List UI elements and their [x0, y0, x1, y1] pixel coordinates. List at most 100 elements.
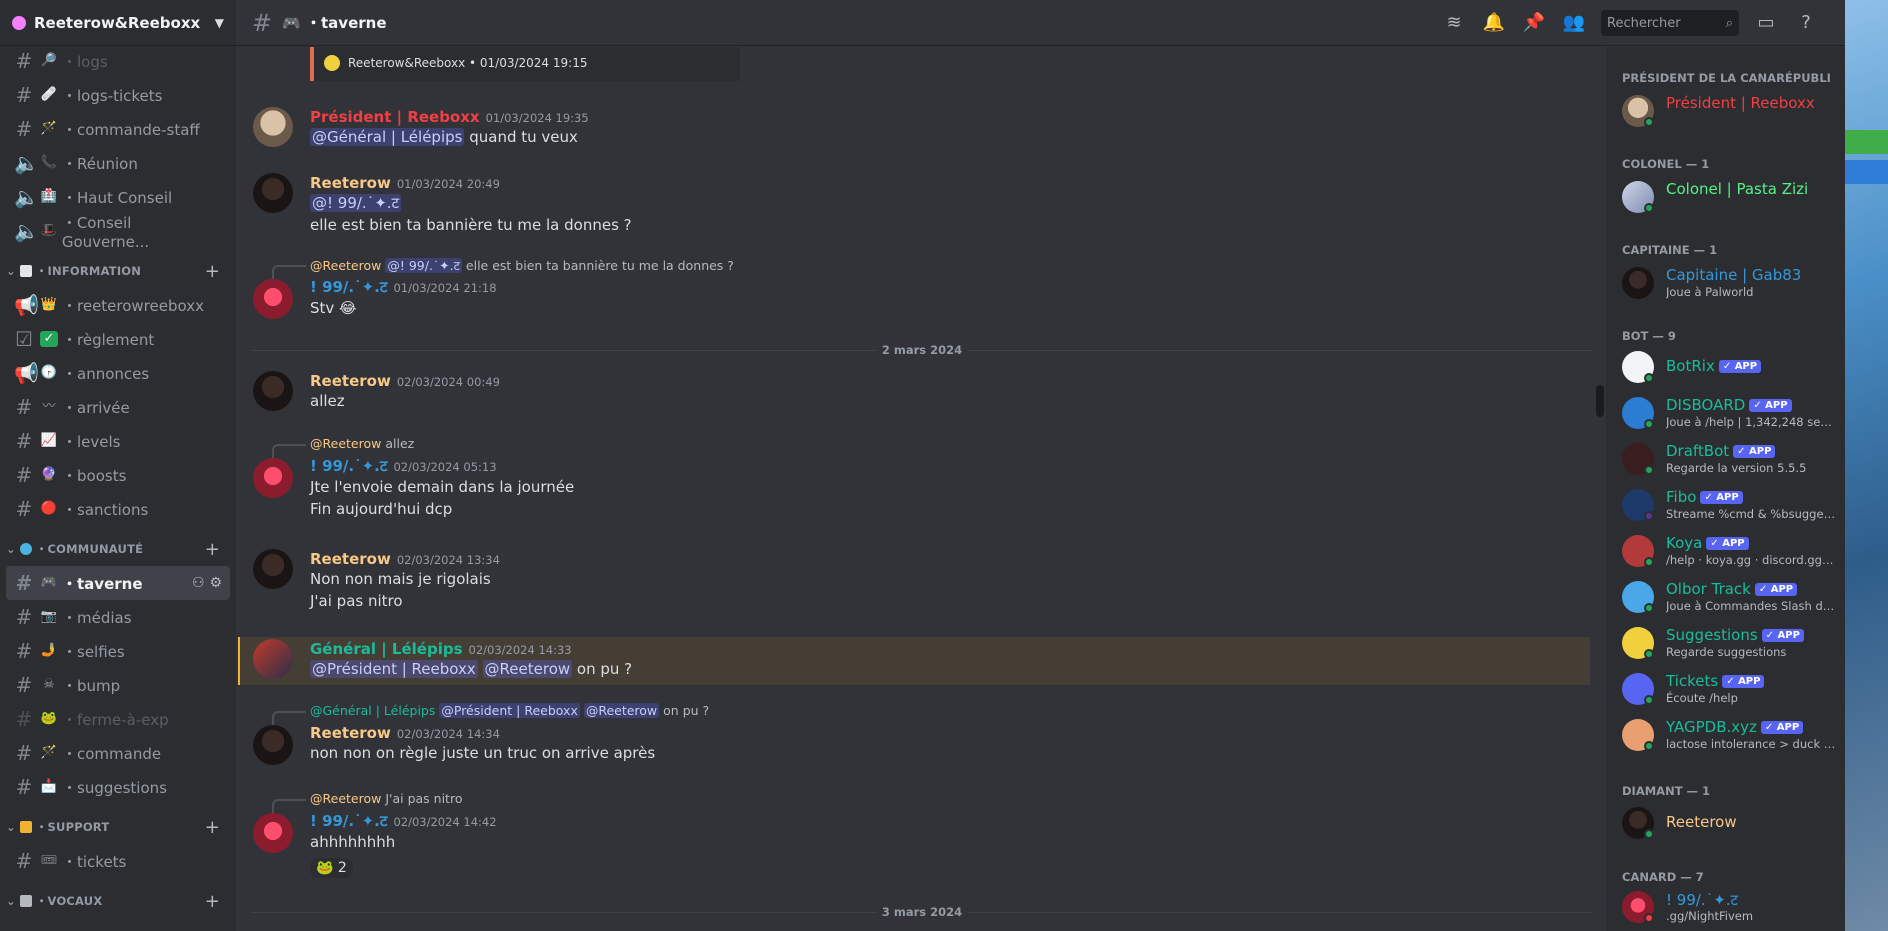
pin-icon[interactable]: 📌: [1521, 10, 1547, 36]
hash-icon: #: [15, 639, 33, 663]
mention[interactable]: @! 99/.˙✦.ट: [310, 194, 402, 212]
avatar[interactable]: [253, 549, 293, 589]
channel-sanctions[interactable]: # 🔴 ・sanctions: [6, 492, 230, 526]
reply-preview[interactable]: @Reeterow J'ai pas nitro: [310, 791, 462, 806]
channel-taverne[interactable]: # 🎮 ・taverne ⚇ ⚙: [6, 566, 230, 600]
threads-icon[interactable]: ≋: [1441, 10, 1467, 36]
channel-commande-staff[interactable]: # 🪄 ・commande-staff: [6, 112, 230, 146]
reply-text: on pu ?: [663, 703, 710, 718]
member-item[interactable]: Capitaine | Gab83 Joue à Palworld: [1622, 263, 1837, 303]
member-name: Olbor Track: [1666, 580, 1751, 598]
help-icon[interactable]: ?: [1793, 10, 1819, 36]
avatar[interactable]: [253, 458, 293, 498]
mention[interactable]: @Président | Reeboxx: [310, 660, 478, 678]
member-item[interactable]: YAGPDB.xyz ✓ APP lactose intolerance > du…: [1622, 715, 1837, 755]
mention[interactable]: @Général | Lélépips: [310, 128, 465, 146]
avatar[interactable]: [253, 639, 293, 679]
avatar[interactable]: [253, 813, 293, 853]
members-icon[interactable]: 👥: [1561, 10, 1587, 36]
category-communaute[interactable]: ⌄ ・COMMUNAUTÉ +: [0, 532, 236, 566]
avatar[interactable]: [253, 279, 293, 319]
channel-ferme-a-exp[interactable]: # 🐸 ・ferme-à-exp: [6, 702, 230, 736]
channel-medias[interactable]: # 📷 ・médias: [6, 600, 230, 634]
status-online-icon: [1644, 557, 1654, 567]
embed-text: Reeterow&Reeboxx • 01/03/2024 19:15: [348, 56, 588, 70]
avatar[interactable]: [253, 107, 293, 147]
channel-haut-conseil[interactable]: 🔈 🏥 ・Haut Conseil: [6, 180, 230, 214]
channel-conseil-gouvernement[interactable]: 🔈 🎩 ・Conseil Gouverne...: [6, 214, 230, 251]
inbox-icon[interactable]: ▭: [1753, 10, 1779, 36]
channel-suggestions[interactable]: # 📩 ・suggestions: [6, 770, 230, 804]
bell-icon[interactable]: 🔔: [1481, 10, 1507, 36]
member-item[interactable]: Fibo✓ APP Streame %cmd & %bsuggest | ...: [1622, 485, 1837, 525]
channel-logs-tickets[interactable]: # 🩹 ・logs-tickets: [6, 78, 230, 112]
member-item[interactable]: BotRix ✓ APP: [1622, 347, 1837, 387]
category-vocaux[interactable]: ⌄ ・VOCAUX +: [0, 884, 236, 918]
reply-preview[interactable]: @Reeterow @! 99/.˙✦.ट elle est bien ta ba…: [310, 257, 734, 274]
member-activity: .gg/NightFivem: [1666, 909, 1754, 923]
member-name: Koya: [1666, 534, 1703, 552]
timestamp: 02/03/2024 13:34: [396, 553, 500, 567]
search-input[interactable]: Rechercher ⌕: [1601, 10, 1739, 36]
avatar[interactable]: [253, 725, 293, 765]
channel-reunion[interactable]: 🔈 📞 ・Réunion: [6, 146, 230, 180]
chevron-down-icon[interactable]: ▼: [215, 16, 224, 30]
avatar[interactable]: [253, 173, 293, 213]
hash-icon: #: [252, 8, 273, 37]
author-name[interactable]: ! 99/.˙✦.ट: [310, 812, 387, 830]
channel-logs[interactable]: # 🔎 ・logs: [6, 44, 230, 78]
mention[interactable]: @Reeterow: [482, 660, 573, 678]
reaction[interactable]: 🐸 2: [310, 858, 353, 878]
channel-selfies[interactable]: # 🤳 ・selfies: [6, 634, 230, 668]
channel-tickets[interactable]: # 🎟 ・tickets: [6, 844, 230, 878]
author-name[interactable]: Reeterow: [310, 724, 391, 742]
add-channel-icon[interactable]: +: [205, 891, 220, 912]
author-name[interactable]: Général | Lélépips: [310, 640, 463, 658]
channel-label: ・taverne: [62, 574, 143, 593]
mention: @Reeterow: [583, 703, 660, 718]
author-name[interactable]: Reeterow: [310, 550, 391, 568]
member-item[interactable]: DISBOARD ✓ APP Joue à /help | 1,342,248 s…: [1622, 393, 1837, 433]
channel-annonces[interactable]: 📢 🕞 ・annonces: [6, 356, 230, 390]
member-item[interactable]: ! 99/.˙✦.ट .gg/NightFivem: [1622, 887, 1837, 927]
status-online-icon: [1644, 465, 1654, 475]
channel-reglement[interactable]: ☑ ✓ ・règlement: [6, 322, 230, 356]
invite-settings-icons[interactable]: ⚇ ⚙: [192, 575, 222, 591]
avatar[interactable]: [253, 371, 293, 411]
add-channel-icon[interactable]: +: [205, 817, 220, 838]
author-name[interactable]: ! 99/.˙✦.ट: [310, 457, 387, 475]
member-item[interactable]: Olbor Track ✓ APP Joue à Commandes Slash …: [1622, 577, 1837, 617]
author-name[interactable]: ! 99/.˙✦.ट: [310, 278, 387, 296]
scrollbar-thumb[interactable]: [1596, 385, 1604, 417]
category-support[interactable]: ⌄ ・SUPPORT +: [0, 810, 236, 844]
channel-levels[interactable]: # 📈 ・levels: [6, 424, 230, 458]
reply-preview[interactable]: @Général | Lélépips @Président | Reeboxx …: [310, 703, 709, 718]
app-badge: ✓ APP: [1733, 445, 1776, 458]
author-name[interactable]: Reeterow: [310, 372, 391, 390]
member-name: DISBOARD: [1666, 396, 1746, 414]
member-item[interactable]: Reeterow: [1622, 803, 1837, 843]
member-item[interactable]: DraftBot ✓ APP Regarde la version 5.5.5: [1622, 439, 1837, 479]
wallpaper-stripe: [1845, 130, 1888, 154]
channel-label: ・selfies: [62, 642, 125, 661]
author-name[interactable]: Reeterow: [310, 174, 391, 192]
reply-preview[interactable]: @Reeterow allez: [310, 436, 414, 451]
channel-bump[interactable]: # ☠ ・bump: [6, 668, 230, 702]
channel-commande[interactable]: # 🪄 ・commande: [6, 736, 230, 770]
author-name[interactable]: Président | Reeboxx: [310, 108, 480, 126]
member-item[interactable]: Koya ✓ APP /help · koya.gg · discord.gg/k…: [1622, 531, 1837, 571]
channel-boosts[interactable]: # 🔮 ・boosts: [6, 458, 230, 492]
app-badge: ✓ APP: [1749, 399, 1792, 412]
chevron-down-icon: ⌄: [6, 820, 16, 834]
member-item[interactable]: Colonel | Pasta Zizi: [1622, 177, 1837, 217]
member-item[interactable]: Tickets ✓ APP Écoute /help: [1622, 669, 1837, 709]
channel-reeterowreeboxx[interactable]: 📢 👑 ・reeterowreeboxx: [6, 288, 230, 322]
channel-arrivee[interactable]: # 〰・arrivée: [6, 390, 230, 424]
magnifier-emoji-icon: 🔎: [40, 53, 58, 68]
member-item[interactable]: Suggestions ✓ APP Regarde suggestions: [1622, 623, 1837, 663]
category-information[interactable]: ⌄ ・INFORMATION +: [0, 254, 236, 288]
add-channel-icon[interactable]: +: [205, 261, 220, 282]
member-item[interactable]: Président | Reeboxx: [1622, 91, 1837, 131]
add-channel-icon[interactable]: +: [205, 539, 220, 560]
channel-label: ・ferme-à-exp: [62, 710, 169, 729]
